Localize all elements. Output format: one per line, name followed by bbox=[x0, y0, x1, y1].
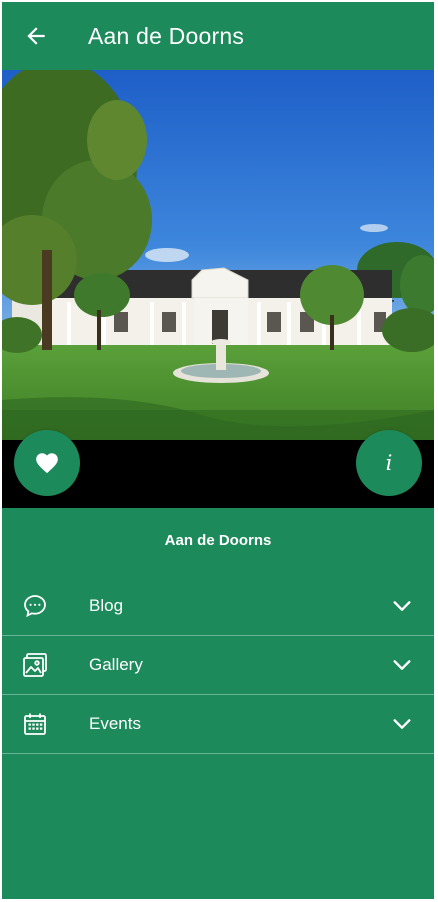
heart-icon bbox=[36, 453, 58, 474]
info-button[interactable]: i bbox=[356, 430, 422, 496]
app-screen: Aan de Doorns i Aan de Doorns Blog Galle… bbox=[2, 2, 434, 899]
info-icon: i bbox=[385, 451, 393, 475]
chevron-down-icon[interactable] bbox=[390, 653, 414, 677]
hero-image bbox=[2, 70, 434, 440]
app-bar: Aan de Doorns bbox=[2, 2, 434, 70]
section-label: Events bbox=[89, 714, 141, 733]
section-row-events[interactable]: Events bbox=[2, 695, 434, 754]
arrow-left-icon bbox=[27, 27, 45, 45]
section-label: Gallery bbox=[89, 655, 143, 674]
section-row-blog[interactable]: Blog bbox=[2, 577, 434, 636]
chat-bubble-icon bbox=[20, 591, 50, 621]
section-row-gallery[interactable]: Gallery bbox=[2, 636, 434, 695]
gallery-icon bbox=[20, 650, 50, 680]
chevron-down-icon[interactable] bbox=[390, 712, 414, 736]
chevron-down-icon[interactable] bbox=[390, 594, 414, 618]
page-title: Aan de Doorns bbox=[88, 22, 245, 49]
place-name: Aan de Doorns bbox=[164, 532, 272, 549]
back-button[interactable] bbox=[16, 16, 56, 56]
section-list: Blog Gallery Events bbox=[2, 577, 434, 754]
section-label: Blog bbox=[89, 596, 124, 615]
favorite-button[interactable] bbox=[14, 430, 80, 496]
calendar-icon bbox=[20, 709, 50, 739]
